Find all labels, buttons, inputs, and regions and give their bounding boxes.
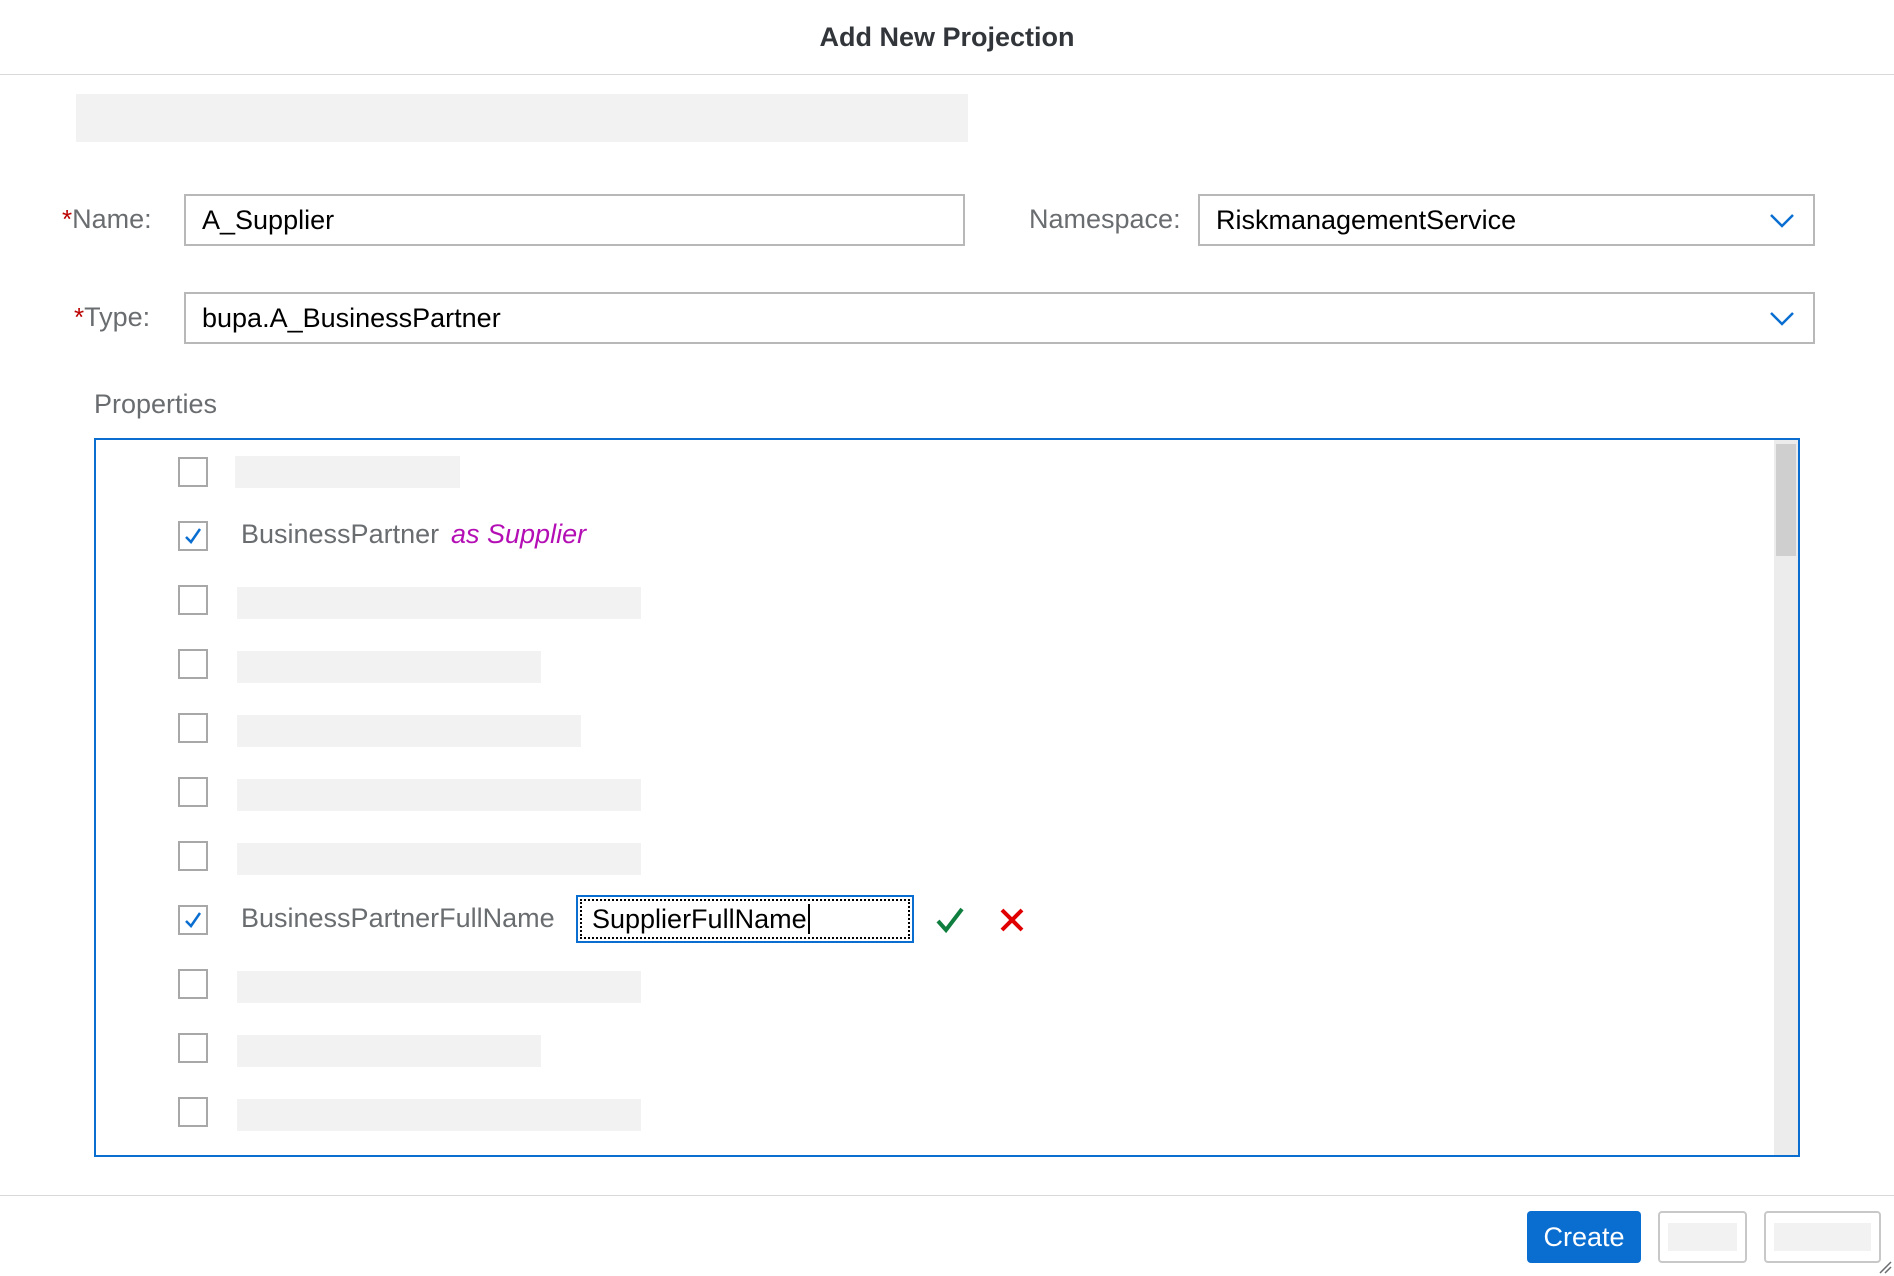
button-label-placeholder — [1774, 1223, 1871, 1251]
button-label-placeholder — [1668, 1223, 1737, 1251]
dialog-footer: Create — [0, 1195, 1894, 1276]
checkmark-icon[interactable] — [932, 902, 968, 938]
property-label[interactable]: BusinessPartner — [241, 519, 439, 550]
property-checkbox[interactable] — [178, 777, 208, 807]
type-label: *Type: — [74, 302, 151, 332]
property-checkbox[interactable] — [178, 585, 208, 615]
namespace-label: Namespace: — [1029, 204, 1181, 234]
name-label: *Name: — [62, 204, 152, 234]
property-checkbox[interactable] — [178, 1033, 208, 1063]
list-item — [96, 964, 1596, 1004]
message-strip-placeholder — [76, 94, 968, 142]
chevron-down-icon[interactable] — [1769, 309, 1795, 327]
scrollbar-thumb[interactable] — [1776, 444, 1796, 556]
namespace-select[interactable]: RiskmanagementService — [1198, 194, 1815, 246]
list-item — [96, 580, 1596, 620]
list-item — [96, 452, 1596, 492]
alias-edit-value: SupplierFullName — [592, 903, 807, 934]
list-item — [96, 836, 1596, 876]
namespace-select-value: RiskmanagementService — [1216, 204, 1517, 235]
property-label-placeholder — [237, 779, 641, 811]
required-marker: * — [62, 204, 73, 234]
list-item: BusinessPartnerFullName SupplierFullName — [96, 895, 1596, 943]
list-item — [96, 772, 1596, 812]
property-label-placeholder — [237, 1099, 641, 1131]
property-label-placeholder — [237, 715, 581, 747]
type-select-value: bupa.A_BusinessPartner — [202, 302, 501, 333]
type-select[interactable]: bupa.A_BusinessPartner — [184, 292, 1815, 344]
resize-handle-icon[interactable] — [1878, 1260, 1892, 1274]
secondary-button[interactable] — [1658, 1211, 1747, 1263]
create-button[interactable]: Create — [1527, 1211, 1641, 1263]
properties-list[interactable]: BusinessPartner as Supplier BusinessPart… — [94, 438, 1800, 1157]
checkmark-icon — [185, 912, 202, 928]
property-label-placeholder — [237, 843, 641, 875]
list-item — [96, 644, 1596, 684]
list-item — [96, 708, 1596, 748]
alias-edit-input[interactable]: SupplierFullName — [576, 895, 914, 943]
required-marker: * — [74, 302, 85, 332]
property-label-placeholder — [235, 456, 460, 488]
dialog-header: Add New Projection — [0, 0, 1894, 75]
property-checkbox[interactable] — [178, 457, 208, 487]
list-item — [96, 1092, 1596, 1132]
property-checkbox[interactable] — [178, 969, 208, 999]
property-label-placeholder — [237, 971, 641, 1003]
property-checkbox[interactable] — [178, 905, 208, 935]
name-input[interactable]: A_Supplier — [184, 194, 965, 246]
property-label-placeholder — [237, 587, 641, 619]
property-checkbox[interactable] — [178, 521, 208, 551]
scrollbar[interactable] — [1774, 440, 1798, 1155]
name-input-value: A_Supplier — [202, 204, 335, 235]
close-icon[interactable] — [994, 902, 1030, 938]
list-item: BusinessPartner as Supplier — [96, 516, 1596, 556]
properties-label: Properties — [94, 389, 218, 419]
property-checkbox[interactable] — [178, 649, 208, 679]
dialog-title: Add New Projection — [819, 21, 1075, 52]
property-alias[interactable]: as Supplier — [451, 519, 586, 550]
list-item — [96, 1028, 1596, 1068]
property-checkbox[interactable] — [178, 713, 208, 743]
property-checkbox[interactable] — [178, 1097, 208, 1127]
property-label-placeholder — [237, 1035, 541, 1067]
text-caret — [807, 904, 810, 934]
cancel-button[interactable] — [1764, 1211, 1881, 1263]
property-label[interactable]: BusinessPartnerFullName — [241, 903, 555, 934]
chevron-down-icon[interactable] — [1769, 211, 1795, 229]
property-label-placeholder — [237, 651, 541, 683]
property-checkbox[interactable] — [178, 841, 208, 871]
checkmark-icon — [185, 528, 202, 544]
